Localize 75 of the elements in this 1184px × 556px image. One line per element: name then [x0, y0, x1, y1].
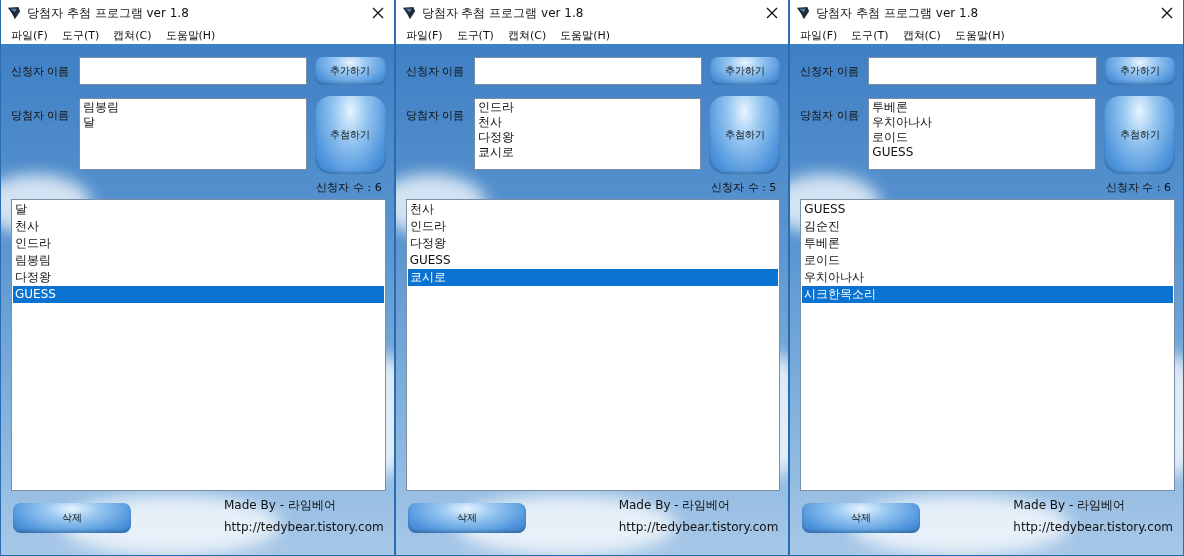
close-icon[interactable]	[371, 7, 384, 19]
field-label: 당첨자 이름	[405, 108, 466, 123]
winner-name: 달	[83, 115, 96, 130]
menu-item[interactable]: 도구(T)	[456, 27, 494, 43]
menu-item[interactable]: 도구(T)	[851, 27, 889, 43]
winner-name: 림봉림	[83, 100, 120, 115]
list-item[interactable]: 인드라	[407, 218, 779, 235]
field-label: 당첨자 이름	[11, 108, 71, 123]
list-item[interactable]: GUESS	[407, 252, 779, 269]
list-item[interactable]: 로이드	[802, 252, 1173, 269]
add-button[interactable]: 추가하기	[315, 57, 386, 85]
winner-name: 투베론	[872, 100, 910, 115]
app-icon	[401, 6, 416, 20]
close-icon[interactable]	[766, 7, 779, 19]
field-label: 신청자 이름	[11, 63, 71, 79]
delete-button[interactable]: 삭제	[13, 503, 131, 533]
field-label: 신청자 이름	[800, 63, 860, 79]
field-label: 당첨자 이름	[800, 108, 860, 123]
credit-text: Made By - 라임베어	[224, 497, 336, 514]
list-item[interactable]: GUESS	[802, 201, 1173, 218]
winner-name: 다정왕	[477, 130, 515, 145]
app-icon	[7, 6, 21, 20]
list-item[interactable]: 투베론	[802, 235, 1173, 252]
credit-text: Made By - 라임베어	[1013, 497, 1126, 514]
winner-name: GUESS	[872, 145, 915, 160]
list-item[interactable]: 시크한목소리	[802, 286, 1173, 303]
website-link[interactable]: http://tedybear.tistory.com	[618, 520, 779, 534]
menu-item[interactable]: 도움말(H)	[560, 27, 611, 43]
winner-name: 인드라	[477, 100, 515, 115]
applicant-count: 신청자 수 : 6	[316, 180, 382, 195]
delete-button[interactable]: 삭제	[407, 503, 526, 533]
winner-name: 우치아나사	[872, 115, 934, 130]
delete-button[interactable]: 삭제	[802, 503, 921, 533]
menu-item[interactable]: 파일(F)	[800, 27, 838, 43]
draw-button[interactable]: 추첨하기	[1104, 96, 1175, 174]
applicant-count: 신청자 수 : 5	[711, 180, 777, 195]
website-link[interactable]: http://tedybear.tistory.com	[224, 520, 384, 534]
winner-name: 로이드	[872, 130, 910, 145]
list-item[interactable]: 쿄시로	[407, 269, 779, 286]
window-title: 당첨자 추첨 프로그램 ver 1.8	[421, 4, 585, 22]
menu-item[interactable]: 캡쳐(C)	[507, 27, 547, 43]
menu-item[interactable]: 파일(F)	[405, 27, 443, 43]
window-title: 당첨자 추첨 프로그램 ver 1.8	[816, 4, 980, 22]
add-button[interactable]: 추가하기	[709, 57, 781, 85]
applicant-name-field[interactable]	[473, 57, 702, 85]
applicant-count: 신청자 수 : 6	[1105, 180, 1171, 195]
list-item[interactable]: 김순진	[802, 218, 1173, 235]
list-item[interactable]: 천사	[13, 218, 384, 235]
list-item[interactable]: GUESS	[13, 286, 384, 303]
winner-name: 천사	[477, 115, 503, 130]
applicant-name-field[interactable]	[868, 57, 1097, 85]
draw-button[interactable]: 추첨하기	[314, 96, 386, 174]
menu-item[interactable]: 도움말(H)	[165, 27, 216, 43]
applicant-name-field[interactable]	[79, 57, 308, 85]
credit-text: Made By - 라임베어	[618, 497, 731, 514]
list-item[interactable]: 천사	[407, 201, 779, 218]
list-item[interactable]: 다정왕	[407, 235, 779, 252]
field-label: 신청자 이름	[405, 63, 466, 79]
list-item[interactable]: 우치아나사	[802, 269, 1173, 286]
draw-button[interactable]: 추첨하기	[709, 96, 781, 174]
menu-item[interactable]: 도구(T)	[61, 27, 100, 43]
list-item[interactable]: 림봉림	[13, 252, 384, 269]
add-button[interactable]: 추가하기	[1104, 57, 1175, 85]
app-icon	[796, 6, 811, 20]
list-item[interactable]: 달	[13, 201, 384, 218]
close-icon[interactable]	[1161, 7, 1173, 19]
list-item[interactable]: 다정왕	[13, 269, 384, 286]
menu-item[interactable]: 파일(F)	[11, 27, 48, 43]
menu-item[interactable]: 캡쳐(C)	[902, 27, 941, 43]
winner-name: 쿄시로	[477, 145, 515, 160]
list-item[interactable]: 인드라	[13, 235, 384, 252]
menu-item[interactable]: 도움말(H)	[954, 27, 1005, 43]
website-link[interactable]: http://tedybear.tistory.com	[1013, 520, 1173, 534]
window-title: 당첨자 추첨 프로그램 ver 1.8	[27, 4, 190, 22]
menu-item[interactable]: 캡쳐(C)	[113, 27, 152, 43]
